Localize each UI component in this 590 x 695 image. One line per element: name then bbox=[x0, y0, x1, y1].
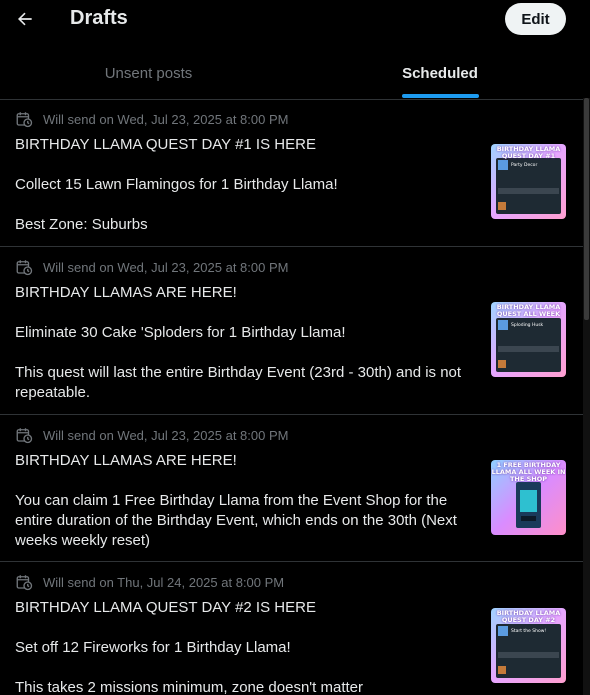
draft-body: BIRTHDAY LLAMAS ARE HERE! You can claim … bbox=[15, 451, 485, 551]
thumb-banner-title: 1 FREE BIRTHDAY LLAMA ALL WEEK IN THE SH… bbox=[491, 461, 566, 483]
draft-line: BIRTHDAY LLAMA QUEST DAY #1 IS HERE bbox=[15, 136, 316, 153]
schedule-text: Will send on Wed, Jul 23, 2025 at 8:00 P… bbox=[43, 111, 289, 127]
draft-line: BIRTHDAY LLAMAS ARE HERE! bbox=[15, 452, 237, 469]
thumb-banner-title: BIRTHDAY LLAMA QUEST ALL WEEK bbox=[496, 303, 561, 318]
scrollbar[interactable] bbox=[583, 98, 590, 695]
scheduled-draft-item[interactable]: Will send on Wed, Jul 23, 2025 at 8:00 P… bbox=[0, 415, 583, 562]
back-button[interactable] bbox=[8, 2, 42, 36]
thumb-card-title: Start the Show! bbox=[511, 628, 546, 634]
thumb-card-title: Party Decor bbox=[511, 162, 537, 168]
draft-line: Set off 12 Fireworks for 1 Birthday Llam… bbox=[15, 639, 291, 656]
media-thumbnail[interactable]: 1 FREE BIRTHDAY LLAMA ALL WEEK IN THE SH… bbox=[491, 460, 566, 535]
draft-body: BIRTHDAY LLAMA QUEST DAY #2 IS HERE Set … bbox=[15, 598, 485, 695]
tab-unsent-posts[interactable]: Unsent posts bbox=[0, 48, 297, 98]
scheduled-calendar-icon bbox=[16, 428, 33, 444]
schedule-row: Will send on Wed, Jul 23, 2025 at 8:00 P… bbox=[15, 425, 288, 445]
draft-line: This quest will last the entire Birthday… bbox=[15, 364, 462, 401]
active-tab-indicator bbox=[402, 94, 479, 98]
tab-bar: Unsent posts Scheduled bbox=[0, 48, 583, 100]
schedule-row: Will send on Wed, Jul 23, 2025 at 8:00 P… bbox=[15, 109, 288, 129]
schedule-text: Will send on Thu, Jul 24, 2025 at 8:00 P… bbox=[43, 574, 285, 590]
scheduled-calendar-icon bbox=[16, 260, 33, 276]
top-bar: Drafts Edit bbox=[0, 0, 583, 38]
tab-scheduled-label: Scheduled bbox=[402, 64, 478, 82]
schedule-text: Will send on Wed, Jul 23, 2025 at 8:00 P… bbox=[43, 427, 289, 443]
draft-body: BIRTHDAY LLAMA QUEST DAY #1 IS HERE Coll… bbox=[15, 135, 485, 235]
draft-line: BIRTHDAY LLAMA QUEST DAY #2 IS HERE bbox=[15, 599, 316, 616]
media-thumbnail[interactable]: Start the Show! BIRTHDAY LLAMA QUEST DAY… bbox=[491, 608, 566, 683]
thumb-card-title: Sploding Husk bbox=[511, 322, 544, 328]
scheduled-draft-item[interactable]: Will send on Wed, Jul 23, 2025 at 8:00 P… bbox=[0, 99, 583, 247]
media-thumbnail[interactable]: Sploding Husk BIRTHDAY LLAMA QUEST ALL W… bbox=[491, 302, 566, 377]
media-thumbnail[interactable]: Party Decor BIRTHDAY LLAMA QUEST DAY #1 bbox=[491, 144, 566, 219]
scheduled-draft-item[interactable]: Will send on Thu, Jul 24, 2025 at 8:00 P… bbox=[0, 562, 583, 695]
back-arrow-icon bbox=[18, 12, 32, 26]
scheduled-calendar-icon bbox=[16, 112, 33, 128]
draft-line: You can claim 1 Free Birthday Llama from… bbox=[15, 492, 457, 549]
draft-line: BIRTHDAY LLAMAS ARE HERE! bbox=[15, 284, 237, 301]
page-title: Drafts bbox=[70, 7, 128, 29]
schedule-text: Will send on Wed, Jul 23, 2025 at 8:00 P… bbox=[43, 259, 289, 275]
tab-scheduled[interactable]: Scheduled bbox=[297, 48, 583, 98]
draft-line: Eliminate 30 Cake 'Sploders for 1 Birthd… bbox=[15, 324, 346, 341]
thumb-banner-title: BIRTHDAY LLAMA QUEST DAY #2 bbox=[496, 609, 561, 624]
thumb-banner-title: BIRTHDAY LLAMA QUEST DAY #1 bbox=[496, 145, 561, 160]
edit-button[interactable]: Edit bbox=[505, 3, 566, 35]
scheduled-calendar-icon bbox=[16, 575, 33, 591]
draft-line: Collect 15 Lawn Flamingos for 1 Birthday… bbox=[15, 176, 338, 193]
draft-line: Best Zone: Suburbs bbox=[15, 216, 148, 233]
scrollbar-thumb[interactable] bbox=[584, 98, 589, 320]
scheduled-draft-item[interactable]: Will send on Wed, Jul 23, 2025 at 8:00 P… bbox=[0, 247, 583, 415]
schedule-row: Will send on Thu, Jul 24, 2025 at 8:00 P… bbox=[15, 572, 284, 592]
schedule-row: Will send on Wed, Jul 23, 2025 at 8:00 P… bbox=[15, 257, 288, 277]
draft-body: BIRTHDAY LLAMAS ARE HERE! Eliminate 30 C… bbox=[15, 283, 485, 403]
draft-line: This takes 2 missions minimum, zone does… bbox=[15, 679, 363, 695]
